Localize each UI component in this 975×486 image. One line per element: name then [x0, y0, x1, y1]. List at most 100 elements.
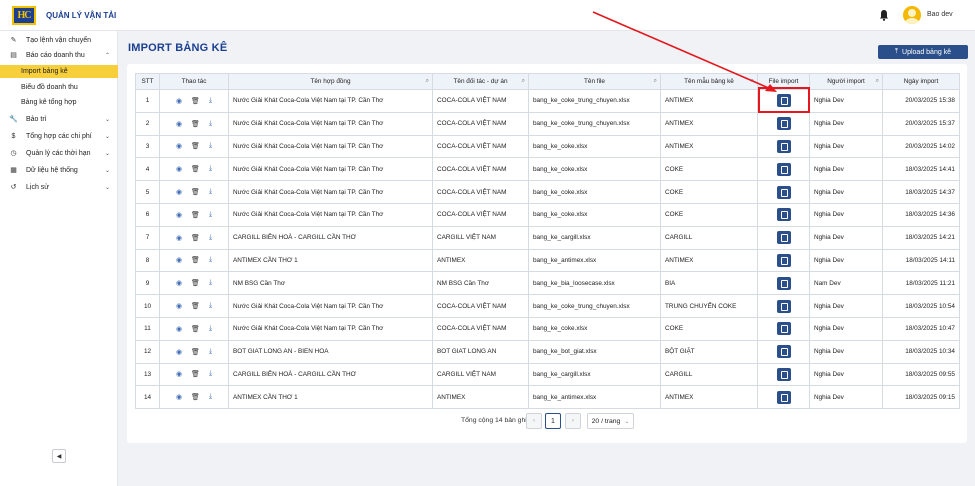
delete-icon[interactable]: 🗑	[191, 370, 200, 378]
file-icon[interactable]	[776, 345, 791, 359]
col-partner[interactable]: Tên đối tác - dự án ⌕	[432, 73, 529, 90]
search-icon[interactable]: ⌕	[654, 78, 657, 85]
download-icon[interactable]: ⤓	[209, 393, 212, 401]
table-row: 7 ◉ 🗑 ⤓ CARGILL BIÊN HOÀ - CARGILL CẦN THƠ CA…	[135, 225, 960, 250]
view-icon[interactable]: ◉	[176, 256, 182, 264]
table-row: 1 ◉ 🗑 ⤓ Nước Giải Khát Coca-Cola Việt Nam tạ…	[135, 89, 960, 113]
download-icon[interactable]: ⤓	[209, 234, 212, 242]
search-icon[interactable]: ⌕	[426, 78, 429, 85]
sidebar-item-revenue-chart[interactable]: Biểu đồ doanh thu	[0, 81, 118, 93]
view-icon[interactable]: ◉	[176, 211, 182, 219]
sidebar-item-system-data[interactable]: ▦ Dữ liệu hệ thống ⌄	[0, 164, 118, 176]
file-import-highlight-box	[758, 87, 810, 113]
view-icon[interactable]: ◉	[176, 188, 182, 196]
download-icon[interactable]: ⤓	[209, 348, 212, 356]
view-icon[interactable]: ◉	[176, 165, 182, 173]
view-icon[interactable]: ◉	[176, 302, 182, 310]
page-size-select[interactable]: 20 / trang ⌄	[587, 413, 634, 429]
sidebar-item-maintenance[interactable]: 🔧 Bảo trì ⌄	[0, 113, 118, 125]
table-row: 2 ◉ 🗑 ⤓ Nước Giải Khát Coca-Cola Việt Nam tạ…	[135, 111, 960, 136]
view-icon[interactable]: ◉	[176, 325, 182, 333]
sidebar-collapse-button[interactable]: ◀	[52, 449, 66, 463]
file-icon[interactable]	[776, 162, 791, 176]
cell-contract: NM BSG Cần Thơ	[228, 271, 433, 296]
delete-icon[interactable]: 🗑	[191, 348, 200, 356]
download-icon[interactable]: ⤓	[209, 279, 212, 287]
sidebar-item-create-order[interactable]: ✎ Tạo lệnh vận chuyển	[0, 34, 118, 46]
file-icon[interactable]	[776, 390, 791, 404]
cell-stt: 2	[135, 111, 160, 136]
avatar[interactable]	[903, 6, 921, 24]
search-icon[interactable]: ⌕	[522, 78, 525, 85]
delete-icon[interactable]: 🗑	[191, 302, 200, 310]
file-icon[interactable]	[776, 322, 791, 336]
sidebar-item-import-statement[interactable]: Import bảng kê	[0, 65, 118, 78]
sidebar-item-deadlines[interactable]: ◷ Quản lý các thời hạn ⌄	[0, 147, 118, 159]
cell-file-import	[757, 294, 810, 318]
sidebar-item-revenue-report[interactable]: ▤ Báo cáo doanh thu ⌃	[0, 49, 118, 61]
delete-icon[interactable]: 🗑	[191, 256, 200, 264]
download-icon[interactable]: ⤓	[209, 302, 212, 310]
col-file[interactable]: Tên file ⌕	[528, 73, 661, 90]
app-logo[interactable]: HC	[12, 6, 36, 25]
col-template[interactable]: Tên mẫu bảng kê ⌕	[660, 73, 758, 90]
sidebar-item-summary-statement[interactable]: Bảng kê tổng hợp	[0, 96, 118, 108]
file-icon[interactable]	[776, 367, 791, 381]
file-icon[interactable]	[776, 276, 791, 290]
delete-icon[interactable]: 🗑	[191, 234, 200, 242]
file-icon[interactable]	[776, 299, 791, 313]
delete-icon[interactable]: 🗑	[191, 188, 200, 196]
view-icon[interactable]: ◉	[176, 234, 182, 242]
download-icon[interactable]: ⤓	[209, 370, 212, 378]
user-name[interactable]: Bao dev	[927, 11, 953, 18]
download-icon[interactable]: ⤓	[209, 120, 212, 128]
sidebar-item-costs[interactable]: $ Tổng hợp các chi phí ⌄	[0, 130, 118, 142]
cell-stt: 1	[135, 89, 160, 113]
col-contract[interactable]: Tên hợp đồng ⌕	[228, 73, 433, 90]
file-icon[interactable]	[776, 231, 791, 245]
search-icon[interactable]: ⌕	[751, 78, 754, 85]
file-icon[interactable]	[776, 253, 791, 267]
view-icon[interactable]: ◉	[176, 370, 182, 378]
download-icon[interactable]: ⤓	[209, 142, 212, 150]
file-icon[interactable]	[776, 185, 791, 199]
cell-date: 18/03/2025 09:15	[882, 385, 960, 410]
download-icon[interactable]: ⤓	[209, 256, 212, 264]
cell-user: Nghia Dev	[809, 89, 883, 113]
view-icon[interactable]: ◉	[176, 97, 182, 105]
download-icon[interactable]: ⤓	[209, 188, 212, 196]
delete-icon[interactable]: 🗑	[191, 97, 200, 105]
download-icon[interactable]: ⤓	[209, 325, 212, 333]
search-icon[interactable]: ⌕	[876, 78, 879, 85]
delete-icon[interactable]: 🗑	[191, 279, 200, 287]
view-icon[interactable]: ◉	[176, 142, 182, 150]
page-number[interactable]: 1	[545, 413, 561, 429]
view-icon[interactable]: ◉	[176, 279, 182, 287]
view-icon[interactable]: ◉	[176, 348, 182, 356]
prev-page-button[interactable]: ‹	[526, 413, 542, 429]
delete-icon[interactable]: 🗑	[191, 142, 200, 150]
cell-actions: ◉ 🗑 ⤓	[159, 316, 229, 341]
download-icon[interactable]: ⤓	[209, 97, 212, 105]
col-user[interactable]: Người import ⌕	[809, 73, 883, 90]
file-icon[interactable]	[776, 208, 791, 222]
view-icon[interactable]: ◉	[176, 120, 182, 128]
download-icon[interactable]: ⤓	[209, 165, 212, 173]
view-icon[interactable]: ◉	[176, 393, 182, 401]
delete-icon[interactable]: 🗑	[191, 393, 200, 401]
next-page-button[interactable]: ›	[565, 413, 581, 429]
delete-icon[interactable]: 🗑	[191, 165, 200, 173]
cell-date: 18/03/2025 11:21	[882, 271, 960, 296]
chevron-down-icon: ⌄	[624, 418, 630, 425]
download-icon[interactable]: ⤓	[209, 211, 212, 219]
app-title: QUẢN LÝ VẬN TẢI	[46, 11, 117, 20]
upload-statement-button[interactable]: ⤒ Upload bảng kê	[878, 45, 968, 59]
delete-icon[interactable]: 🗑	[191, 211, 200, 219]
delete-icon[interactable]: 🗑	[191, 120, 200, 128]
bell-icon[interactable]	[879, 9, 889, 21]
file-icon[interactable]	[776, 117, 791, 131]
chevron-up-icon: ⌃	[105, 52, 111, 59]
file-icon[interactable]	[776, 139, 791, 153]
sidebar-item-history[interactable]: ↺ Lịch sử ⌄	[0, 181, 118, 193]
delete-icon[interactable]: 🗑	[191, 325, 200, 333]
